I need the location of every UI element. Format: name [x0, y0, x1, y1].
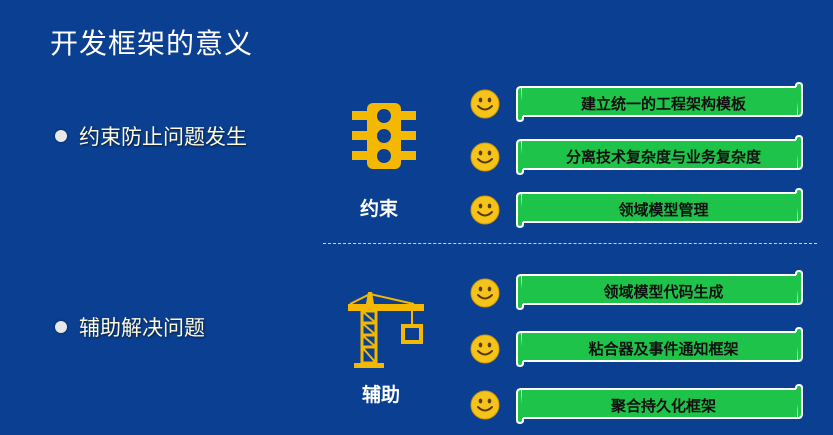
banner-text: 领域模型管理: [618, 200, 709, 219]
smiley-icon: [470, 195, 500, 225]
smiley-icon: [470, 278, 500, 308]
smiley-icon: [470, 334, 500, 364]
banner-text: 粘合器及事件通知框架: [588, 339, 739, 358]
bullet-text: 约束防止问题发生: [79, 125, 247, 149]
bullet-dot: [55, 321, 67, 333]
banner-text: 聚合持久化框架: [610, 396, 716, 415]
slide: 开发框架的意义 约束防止问题发生 辅助解决问题 约束 辅助 建立统一的工程架构模…: [0, 0, 833, 435]
category-label-constraint: 约束: [360, 198, 399, 220]
scroll-banner: 分离技术复杂度与业务复杂度: [515, 135, 804, 175]
bullet-text: 辅助解决问题: [79, 316, 205, 340]
bullet-dot: [55, 130, 67, 142]
category-label-assist: 辅助: [362, 384, 401, 406]
dashed-divider: [323, 243, 817, 244]
scroll-banner: 领域模型管理: [515, 188, 804, 228]
banner-text: 领域模型代码生成: [603, 282, 724, 301]
banner-text: 建立统一的工程架构模板: [580, 94, 746, 113]
smiley-icon: [470, 142, 500, 172]
bullet-assist: 辅助解决问题: [55, 312, 205, 342]
scroll-banner: 领域模型代码生成: [515, 270, 804, 310]
scroll-banner: 聚合持久化框架: [515, 384, 804, 424]
bullet-constraint: 约束防止问题发生: [55, 121, 247, 151]
traffic-light-icon: [349, 101, 419, 171]
scroll-banner: 粘合器及事件通知框架: [515, 327, 804, 367]
banner-text: 分离技术复杂度与业务复杂度: [565, 147, 761, 166]
crane-icon: [346, 290, 426, 370]
smiley-icon: [470, 390, 500, 420]
smiley-icon: [470, 89, 500, 119]
page-title: 开发框架的意义: [50, 27, 254, 60]
scroll-banner: 建立统一的工程架构模板: [515, 82, 804, 122]
